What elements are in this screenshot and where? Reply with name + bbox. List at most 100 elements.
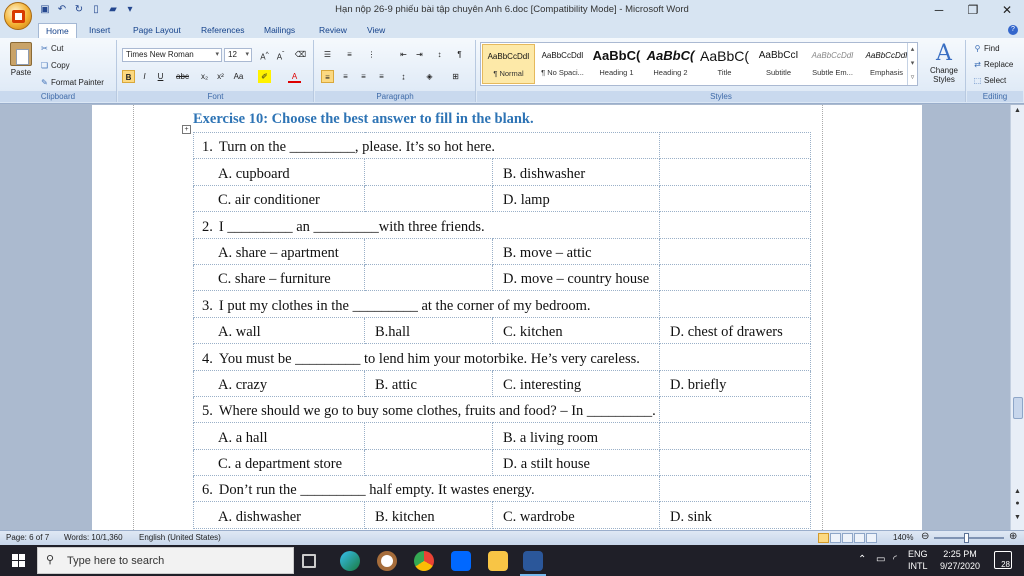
office-button[interactable] — [4, 2, 32, 30]
web-layout-icon[interactable] — [842, 533, 853, 543]
style-subtle-emphasis[interactable]: AaBbCcDdI Subtle Em... — [806, 44, 859, 84]
style-title[interactable]: AaBbC( Title — [698, 44, 751, 84]
justify-icon[interactable]: ≡ — [375, 70, 388, 83]
style-subtitle[interactable]: AaBbCcI Subtitle — [752, 44, 805, 84]
next-page-icon[interactable]: ▼ — [1011, 514, 1024, 526]
answer-option[interactable]: D. move – country house — [491, 263, 661, 292]
answer-option[interactable]: B. attic — [364, 369, 493, 397]
strikethrough-icon[interactable]: abc — [176, 70, 189, 83]
outline-icon[interactable] — [854, 533, 865, 543]
answer-option[interactable]: C. wardrobe — [491, 501, 661, 529]
replace-button[interactable]: ⇄ Replace — [973, 60, 1013, 69]
tab-home[interactable]: Home — [38, 23, 77, 38]
answer-option[interactable]: C. air conditioner — [193, 184, 365, 213]
question-text[interactable]: 1. Turn on the _________, please. It’s so… — [192, 131, 661, 160]
shrink-font-icon[interactable]: Aˇ — [274, 48, 287, 62]
edge-browser-icon[interactable] — [340, 551, 360, 571]
answer-option[interactable]: B. dishwasher — [491, 158, 661, 186]
align-right-icon[interactable]: ≡ — [357, 70, 370, 83]
restore-icon[interactable]: ❐ — [956, 0, 990, 21]
paste-button[interactable]: Paste — [6, 42, 36, 77]
language-indicator[interactable]: English (United States) — [139, 533, 221, 542]
system-clock[interactable]: 2:25 PM 9/27/2020 — [935, 548, 985, 572]
change-case-icon[interactable]: Aa — [232, 70, 245, 83]
font-color-icon[interactable]: A — [288, 70, 301, 83]
battery-icon[interactable]: ▭ — [876, 554, 885, 565]
minimize-icon[interactable]: ─ — [922, 0, 956, 21]
align-center-icon[interactable]: ≡ — [339, 70, 352, 83]
page-count[interactable]: Page: 6 of 7 — [6, 533, 49, 542]
answer-option[interactable]: D. sink — [659, 501, 812, 529]
empty-cell[interactable] — [659, 211, 812, 239]
empty-cell[interactable] — [659, 290, 812, 318]
style-normal[interactable]: AaBbCcDdI ¶ Normal — [482, 44, 535, 84]
bold-icon[interactable]: B — [122, 70, 135, 83]
empty-cell[interactable] — [659, 448, 812, 477]
zoom-slider[interactable] — [934, 533, 1004, 543]
answer-option[interactable]: A. a hall — [193, 422, 365, 450]
tab-references[interactable]: References — [201, 23, 244, 38]
gallery-scroll[interactable]: ▴ ▾ ▿ — [907, 43, 917, 85]
answer-option[interactable]: D. a stilt house — [491, 448, 661, 477]
zoom-level[interactable]: 140% — [893, 533, 913, 542]
style-heading-1[interactable]: AaBbC( Heading 1 — [590, 44, 643, 84]
tab-mailings[interactable]: Mailings — [264, 23, 295, 38]
answer-option[interactable]: C. interesting — [491, 369, 661, 397]
chrome-browser-icon[interactable] — [414, 551, 434, 571]
windows-start-icon[interactable] — [12, 554, 25, 567]
clear-formatting-icon[interactable]: ⌫ — [294, 48, 307, 61]
print-layout-icon[interactable] — [818, 533, 829, 543]
answer-option[interactable]: A. wall — [193, 316, 365, 345]
borders-icon[interactable]: ⊞ — [449, 70, 462, 83]
empty-cell[interactable] — [364, 158, 493, 186]
style-no-spacing[interactable]: AaBbCcDdI ¶ No Spaci... — [536, 44, 589, 84]
font-size-select[interactable]: 12 — [224, 48, 252, 62]
question-text[interactable]: 3. I put my clothes in the _________ at t… — [192, 290, 661, 318]
word-app-icon[interactable] — [520, 551, 546, 576]
tab-review[interactable]: Review — [319, 23, 347, 38]
answer-option[interactable]: A. cupboard — [193, 158, 365, 186]
scroll-up-icon[interactable]: ▲ — [1011, 107, 1024, 119]
empty-cell[interactable] — [659, 395, 812, 424]
numbering-icon[interactable]: ≡ — [343, 48, 356, 61]
find-button[interactable]: ⚲ Find — [973, 44, 1000, 53]
empty-cell[interactable] — [659, 422, 812, 450]
answer-option[interactable]: B.hall — [364, 316, 493, 345]
browse-object-icon[interactable]: ● — [1011, 500, 1024, 512]
answer-option[interactable]: D. chest of drawers — [659, 316, 812, 345]
tab-page-layout[interactable]: Page Layout — [133, 23, 181, 38]
empty-cell[interactable] — [659, 475, 812, 503]
answer-option[interactable]: A. dishwasher — [193, 501, 365, 529]
zoom-slider-knob[interactable] — [964, 533, 969, 543]
style-emphasis[interactable]: AaBbCcDdI Emphasis — [860, 44, 913, 84]
empty-cell[interactable] — [364, 422, 493, 450]
question-text[interactable]: 4. You must be _________ to lend him your… — [192, 343, 661, 371]
italic-icon[interactable]: I — [138, 70, 151, 83]
sort-icon[interactable]: ↕ — [433, 48, 446, 61]
task-view-icon[interactable] — [302, 554, 316, 568]
copy-button[interactable]: ❏ Copy — [40, 61, 70, 70]
grow-font-icon[interactable]: A^ — [258, 48, 271, 62]
line-spacing-icon[interactable]: ↨ — [397, 70, 410, 83]
empty-cell[interactable] — [364, 263, 493, 292]
empty-cell[interactable] — [659, 237, 812, 265]
tray-chevron-icon[interactable]: ⌃ — [858, 554, 866, 565]
zoom-in-icon[interactable]: ⊕ — [1009, 531, 1017, 542]
document-area[interactable]: Exercise 10: Choose the best answer to f… — [0, 105, 1010, 530]
align-left-icon[interactable]: ≡ — [321, 70, 334, 83]
question-text[interactable]: 5. Where should we go to buy some clothes… — [192, 395, 661, 424]
help-icon[interactable]: ? — [1008, 25, 1018, 35]
subscript-icon[interactable]: x₂ — [198, 70, 211, 83]
bullets-icon[interactable]: ☰ — [321, 48, 334, 61]
tab-insert[interactable]: Insert — [89, 23, 110, 38]
change-styles-button[interactable]: A Change Styles — [924, 42, 964, 85]
empty-cell[interactable] — [659, 263, 812, 292]
answer-option[interactable]: C. share – furniture — [193, 263, 365, 292]
word-count[interactable]: Words: 10/1,360 — [64, 533, 123, 542]
answer-option[interactable]: D. briefly — [659, 369, 812, 397]
superscript-icon[interactable]: x² — [214, 70, 227, 83]
underline-icon[interactable]: U — [154, 70, 167, 83]
wifi-icon[interactable]: ◜ — [893, 554, 897, 565]
answer-option[interactable]: B. move – attic — [491, 237, 661, 265]
answer-option[interactable]: C. a department store — [193, 448, 365, 477]
